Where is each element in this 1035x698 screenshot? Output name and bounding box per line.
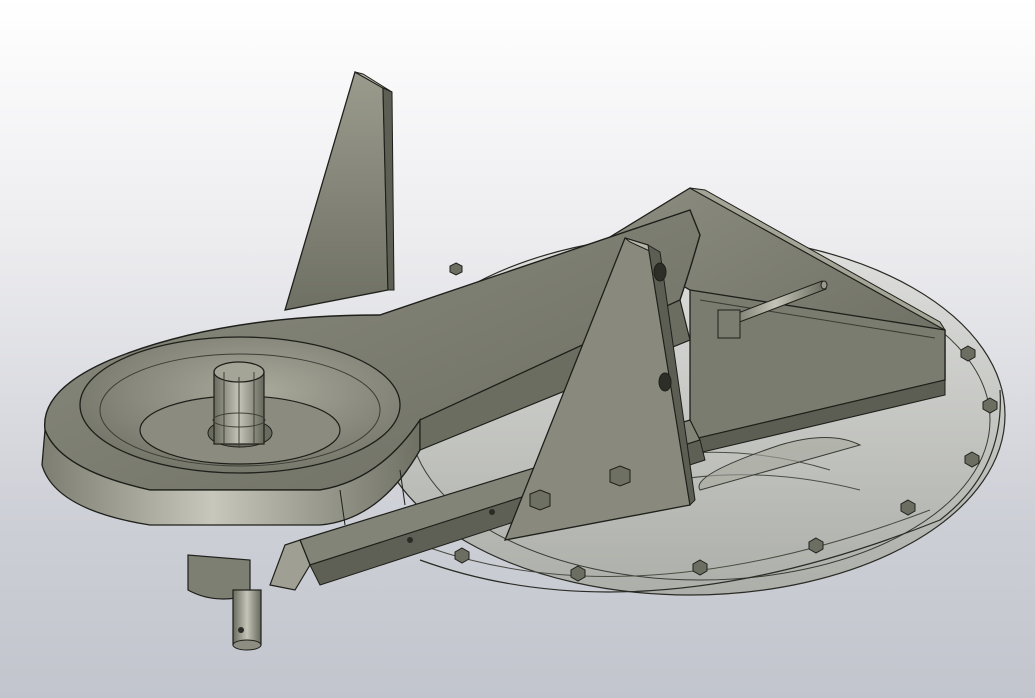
cad-model-render[interactable] — [0, 0, 1035, 698]
channel-bracket[interactable] — [284, 71, 395, 311]
splined-shaft[interactable] — [212, 361, 266, 448]
drive-shaft[interactable] — [187, 554, 262, 651]
cad-viewport[interactable] — [0, 0, 1035, 698]
